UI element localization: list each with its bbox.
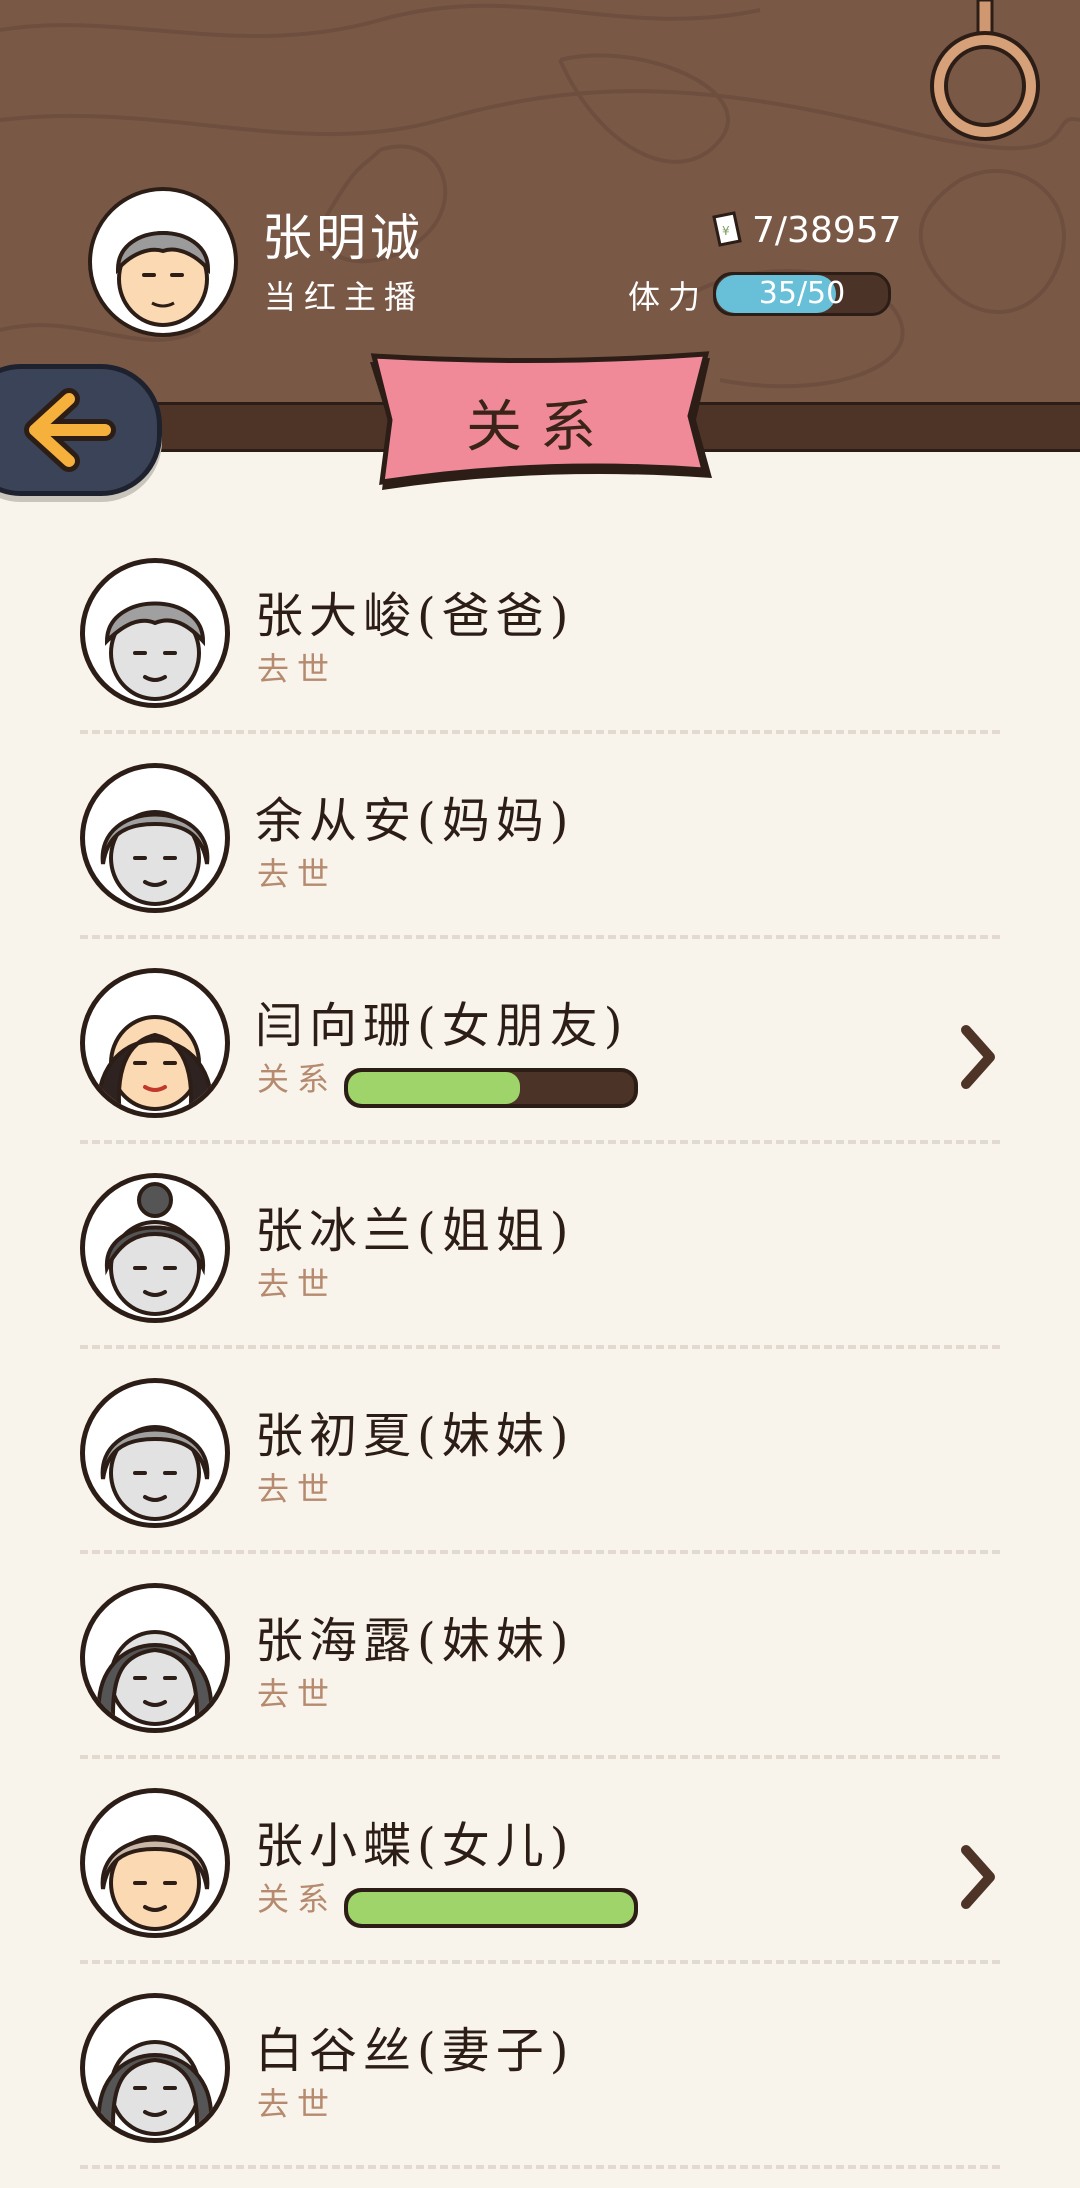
money-value: 7/38957 (752, 209, 902, 251)
deceased-label: 去世 (257, 1470, 338, 1508)
relative-name: 张大峻(爸爸) (255, 588, 575, 644)
header-wood-panel: 张明诚 当红主播 ¥ 7/38957 体力 35/50 (0, 0, 1080, 410)
stamina-value: 35/50 (758, 276, 846, 311)
deceased-label: 去世 (257, 1265, 338, 1303)
avatar (80, 1378, 230, 1528)
back-button[interactable] (0, 364, 162, 496)
relative-name: 余从安(妈妈) (255, 793, 575, 849)
row-divider (80, 935, 1000, 939)
page-title: 关系 (466, 395, 614, 460)
deceased-label: 去世 (257, 2085, 338, 2123)
relative-name: 闫向珊(女朋友) (255, 998, 629, 1054)
row-divider (80, 1755, 1000, 1759)
chevron-right-icon[interactable] (952, 1022, 1002, 1092)
relative-name: 张海露(妹妹) (255, 1613, 575, 1669)
relationship-row: 白谷丝(妻子) 去世 (0, 1983, 1080, 2188)
deceased-label: 去世 (257, 1675, 338, 1713)
player-avatar[interactable] (88, 187, 238, 337)
stamina-label: 体力 (628, 278, 709, 316)
relationship-row: 张初夏(妹妹) 去世 (0, 1368, 1080, 1573)
relative-name: 张小蝶(女儿) (255, 1818, 575, 1874)
player-title: 当红主播 (264, 278, 425, 316)
row-divider (80, 730, 1000, 734)
relative-name: 白谷丝(妻子) (255, 2023, 575, 2079)
relationship-bar-fill (348, 1072, 520, 1104)
svg-text:¥: ¥ (722, 224, 730, 238)
avatar (80, 1583, 230, 1733)
relationship-bar-fill (348, 1892, 634, 1924)
row-divider (80, 1140, 1000, 1144)
relative-name: 张冰兰(姐姐) (255, 1203, 575, 1259)
row-divider (80, 1550, 1000, 1554)
player-name: 张明诚 (262, 209, 424, 267)
avatar (80, 1788, 230, 1938)
relationship-row: 张冰兰(姐姐) 去世 (0, 1163, 1080, 1368)
avatar (80, 763, 230, 913)
deceased-label: 去世 (257, 650, 338, 688)
money-display: ¥ 7/38957 (710, 205, 902, 255)
relationship-row: 张海露(妹妹) 去世 (0, 1573, 1080, 1778)
avatar (80, 558, 230, 708)
row-divider (80, 2165, 1000, 2169)
avatar (80, 1993, 230, 2143)
avatar (80, 1173, 230, 1323)
row-divider (80, 1960, 1000, 1964)
relationship-label: 关系 (257, 1880, 338, 1918)
relationship-row[interactable]: 闫向珊(女朋友) 关系 (0, 958, 1080, 1163)
relationship-bar (344, 1888, 638, 1928)
relationship-row[interactable]: 张小蝶(女儿) 关系 (0, 1778, 1080, 1983)
stamina-bar: 35/50 (713, 272, 891, 316)
relationship-row: 张大峻(爸爸) 去世 (0, 548, 1080, 753)
banknote-icon: ¥ (712, 211, 742, 247)
relationship-bar (344, 1068, 638, 1108)
deceased-label: 去世 (257, 855, 338, 893)
avatar (80, 968, 230, 1118)
relative-name: 张初夏(妹妹) (255, 1408, 575, 1464)
relationship-label: 关系 (257, 1060, 338, 1098)
row-divider (80, 1345, 1000, 1349)
chevron-right-icon[interactable] (952, 1842, 1002, 1912)
relationship-row: 余从安(妈妈) 去世 (0, 753, 1080, 958)
back-arrow-icon (24, 388, 116, 472)
